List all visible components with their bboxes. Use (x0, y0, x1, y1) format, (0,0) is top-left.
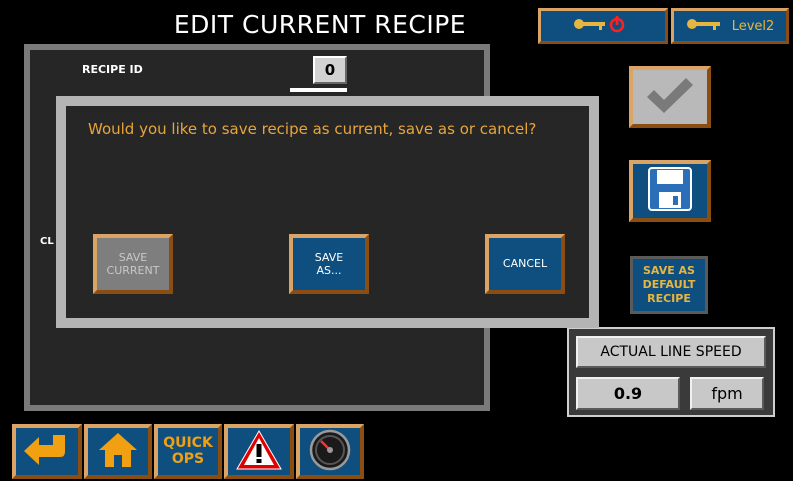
dialog-message: Would you like to save recipe as current… (88, 120, 537, 138)
save-current-button[interactable]: SAVE CURRENT (93, 234, 173, 294)
home-button[interactable] (84, 424, 152, 479)
save-as-line-2: AS... (316, 264, 342, 277)
save-as-default-button[interactable]: SAVE AS DEFAULT RECIPE (630, 256, 708, 314)
home-icon (97, 431, 139, 473)
line-speed-value: 0.9 (576, 377, 680, 410)
recipe-id-label: RECIPE ID (82, 63, 143, 76)
access-level-label: Level2 (731, 18, 775, 34)
floppy-disk-icon (647, 166, 693, 216)
save-as-button[interactable]: SAVE AS... (289, 234, 369, 294)
default-line-2: DEFAULT (642, 278, 696, 292)
key-icon (686, 16, 722, 36)
save-as-line-1: SAVE (314, 250, 344, 264)
save-button[interactable] (629, 160, 711, 222)
key-power-icon (573, 14, 633, 38)
line-speed-label: ACTUAL LINE SPEED (576, 336, 766, 368)
checkmark-icon (644, 75, 696, 119)
back-button[interactable] (12, 424, 82, 479)
line-speed-unit: fpm (690, 377, 764, 410)
quick-line-2: OPS (171, 450, 205, 467)
save-current-line-1: SAVE (118, 250, 148, 264)
alarm-button[interactable] (224, 424, 294, 479)
page-title: EDIT CURRENT RECIPE (173, 10, 467, 39)
partial-label: CL (40, 236, 54, 247)
quick-ops-button[interactable]: QUICK OPS (154, 424, 222, 479)
field-underline (290, 88, 347, 92)
logout-button[interactable] (538, 8, 668, 44)
default-line-1: SAVE AS (643, 264, 695, 278)
confirm-button[interactable] (629, 66, 711, 128)
save-current-line-2: CURRENT (106, 264, 160, 277)
recipe-id-field[interactable]: 0 (313, 56, 347, 84)
warning-icon (235, 429, 283, 475)
speed-gauge-button[interactable] (296, 424, 364, 479)
back-arrow-icon (21, 432, 73, 472)
speedometer-icon (309, 429, 351, 475)
cancel-button[interactable]: CANCEL (485, 234, 565, 294)
access-level-button[interactable]: Level2 (671, 8, 789, 44)
default-line-3: RECIPE (647, 291, 691, 305)
save-dialog: Would you like to save recipe as current… (56, 96, 599, 328)
quick-line-1: QUICK (163, 435, 213, 452)
